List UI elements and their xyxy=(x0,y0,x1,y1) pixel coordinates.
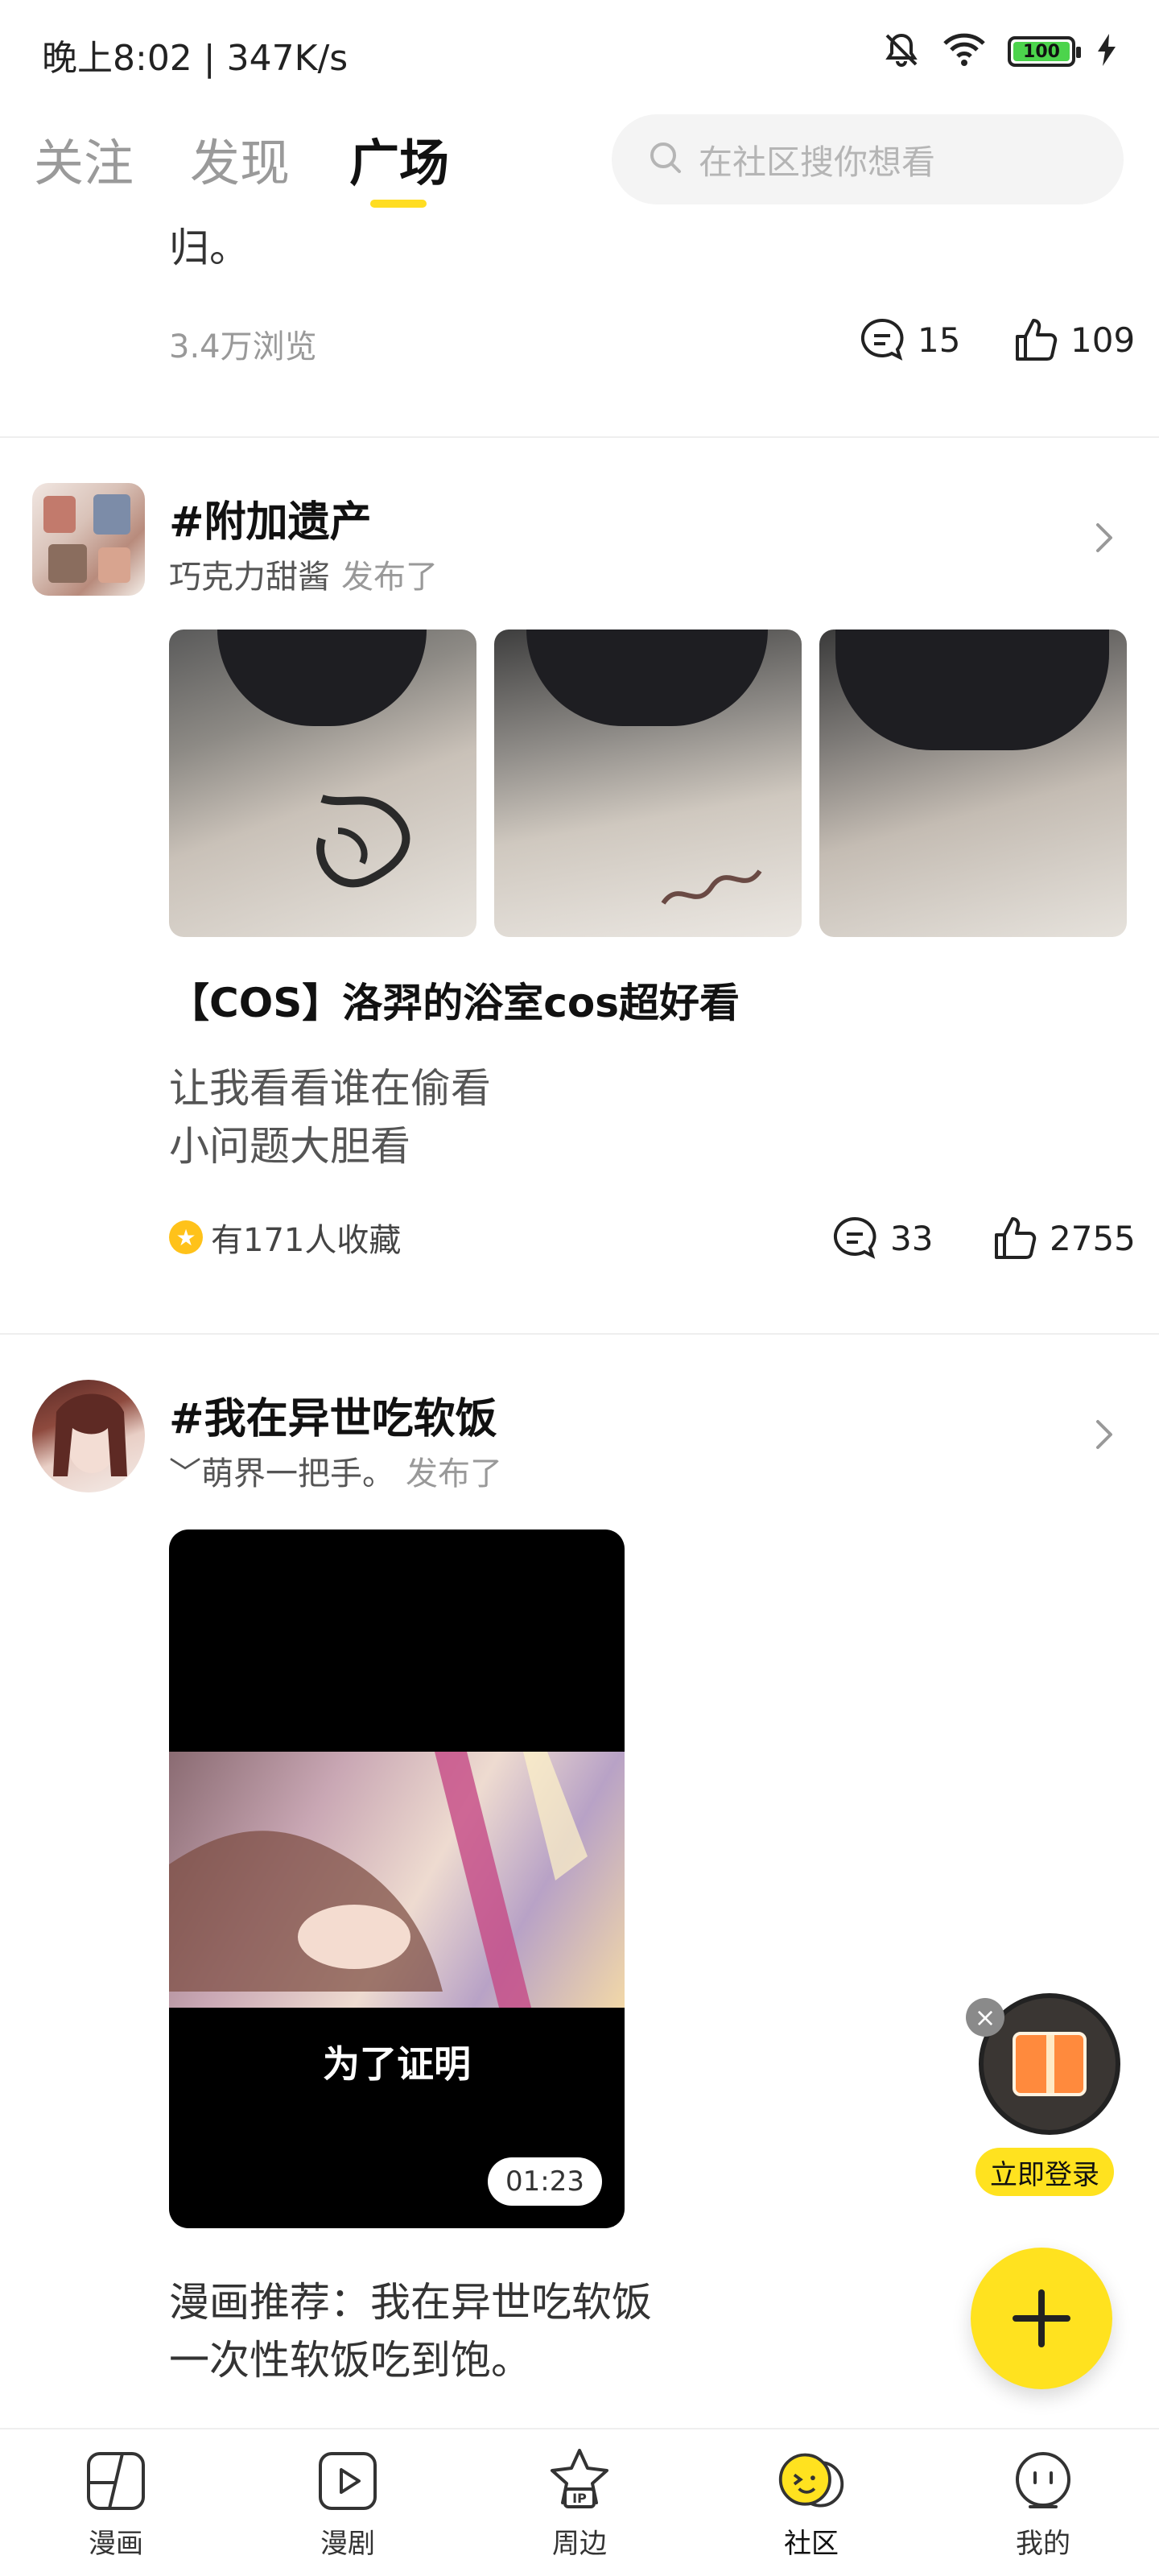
tab-discover[interactable]: 发现 xyxy=(190,122,290,195)
mute-bell-icon xyxy=(882,31,921,72)
post-body-line: 小问题大胆看 xyxy=(169,1123,410,1170)
login-now-button[interactable]: 立即登录 xyxy=(975,2148,1114,2196)
svg-text:IP: IP xyxy=(572,2491,587,2506)
plus-icon xyxy=(1013,2289,1070,2347)
favorites-info: ★ 有171人收藏 xyxy=(169,1214,401,1261)
tab-square[interactable]: 广场 xyxy=(349,122,449,195)
star-icon: ★ xyxy=(169,1220,203,1254)
video-duration: 01:23 xyxy=(488,2157,602,2206)
topic-tag[interactable]: #我在异世吃软饭 xyxy=(169,1385,497,1445)
divider xyxy=(0,436,1159,438)
nav-item-mine[interactable]: 我的 xyxy=(927,2429,1159,2576)
active-tab-indicator xyxy=(370,200,427,208)
community-face-icon xyxy=(776,2446,847,2516)
nav-item-merch[interactable]: IP 周边 xyxy=(464,2429,695,2576)
tab-follow[interactable]: 关注 xyxy=(34,122,134,195)
nav-label: 社区 xyxy=(784,2528,839,2560)
post-body-line: 让我看看谁在偷看 xyxy=(169,1065,491,1112)
comic-icon xyxy=(80,2446,151,2516)
chevron-right-icon[interactable] xyxy=(1095,1418,1116,1454)
search-icon xyxy=(647,139,684,180)
published-label: 发布了 xyxy=(341,559,438,596)
author-name[interactable]: ﹀萌界一把手。 xyxy=(169,1455,394,1492)
video-caption: 为了证明 xyxy=(323,2042,471,2086)
comment-count: 33 xyxy=(890,1218,934,1258)
video-player[interactable]: 为了证明 01:23 xyxy=(169,1530,625,2228)
post-text-tail: 归。 xyxy=(169,225,250,271)
nav-label: 漫剧 xyxy=(320,2528,375,2560)
author-name[interactable]: 巧克力甜酱 xyxy=(169,559,330,596)
play-icon xyxy=(312,2446,383,2516)
comment-button[interactable]: 15 xyxy=(858,316,960,364)
comment-icon xyxy=(833,1216,876,1259)
video-frame xyxy=(169,1752,625,2008)
cos-photo-1[interactable] xyxy=(169,630,476,937)
close-icon[interactable]: × xyxy=(966,1998,1004,2037)
search-placeholder: 在社区搜你想看 xyxy=(699,142,936,182)
nav-item-drama[interactable]: 漫剧 xyxy=(232,2429,464,2576)
favorites-count: 有171人收藏 xyxy=(211,1222,402,1259)
topic-tag[interactable]: #附加遗产 xyxy=(169,488,372,548)
author-line: 巧克力甜酱 发布了 xyxy=(169,551,438,597)
top-navigation: 关注 发现 广场 在社区搜你想看 xyxy=(0,105,1159,209)
comment-count: 15 xyxy=(918,320,961,360)
status-time: 晚上8:02 | 347K/s xyxy=(42,38,349,79)
post-title[interactable]: 【COS】洛羿的浴室cos超好看 xyxy=(169,971,740,1029)
nav-item-comic[interactable]: 漫画 xyxy=(0,2429,232,2576)
search-bar[interactable]: 在社区搜你想看 xyxy=(612,114,1124,204)
image-gallery xyxy=(169,630,1127,937)
like-button[interactable]: 2755 xyxy=(990,1214,1136,1262)
nav-item-community[interactable]: 社区 xyxy=(695,2429,927,2576)
status-icons: 100 xyxy=(882,31,1117,72)
nav-label: 周边 xyxy=(552,2528,607,2560)
charging-icon xyxy=(1096,34,1117,69)
avatar[interactable] xyxy=(32,1380,145,1492)
divider xyxy=(0,1333,1159,1335)
like-count: 109 xyxy=(1070,320,1136,360)
bottom-navigation: 漫画 漫剧 IP 周边 社区 我的 xyxy=(0,2428,1159,2576)
wifi-icon xyxy=(942,32,987,71)
status-bar: 晚上8:02 | 347K/s 100 xyxy=(0,0,1159,105)
comment-icon xyxy=(860,318,904,361)
login-gift-float[interactable]: × 立即登录 xyxy=(966,1993,1120,2202)
thumbs-up-icon xyxy=(995,1217,1037,1259)
post-body-line: 漫画推荐：我在异世吃软饭 xyxy=(169,2279,652,2326)
thumbs-up-icon xyxy=(1016,319,1058,361)
post-body-line: 一次性软饭吃到饱。 xyxy=(169,2337,531,2384)
battery-icon: 100 xyxy=(1008,36,1081,67)
like-count: 2755 xyxy=(1050,1218,1136,1258)
view-count: 3.4万浏览 xyxy=(169,328,317,365)
nav-label: 漫画 xyxy=(89,2528,143,2560)
ip-star-icon: IP xyxy=(544,2446,615,2516)
cos-photo-3[interactable] xyxy=(819,630,1127,937)
chevron-right-icon[interactable] xyxy=(1095,522,1116,557)
nav-label: 我的 xyxy=(1016,2528,1070,2560)
like-button[interactable]: 109 xyxy=(1011,316,1135,364)
author-line: ﹀萌界一把手。 发布了 xyxy=(169,1447,502,1494)
published-label: 发布了 xyxy=(406,1455,502,1492)
cos-photo-2[interactable] xyxy=(494,630,802,937)
battery-level: 100 xyxy=(1023,41,1060,62)
comment-button[interactable]: 33 xyxy=(831,1214,933,1262)
profile-face-icon xyxy=(1008,2446,1079,2516)
create-post-button[interactable] xyxy=(971,2248,1112,2389)
avatar[interactable] xyxy=(32,483,145,596)
